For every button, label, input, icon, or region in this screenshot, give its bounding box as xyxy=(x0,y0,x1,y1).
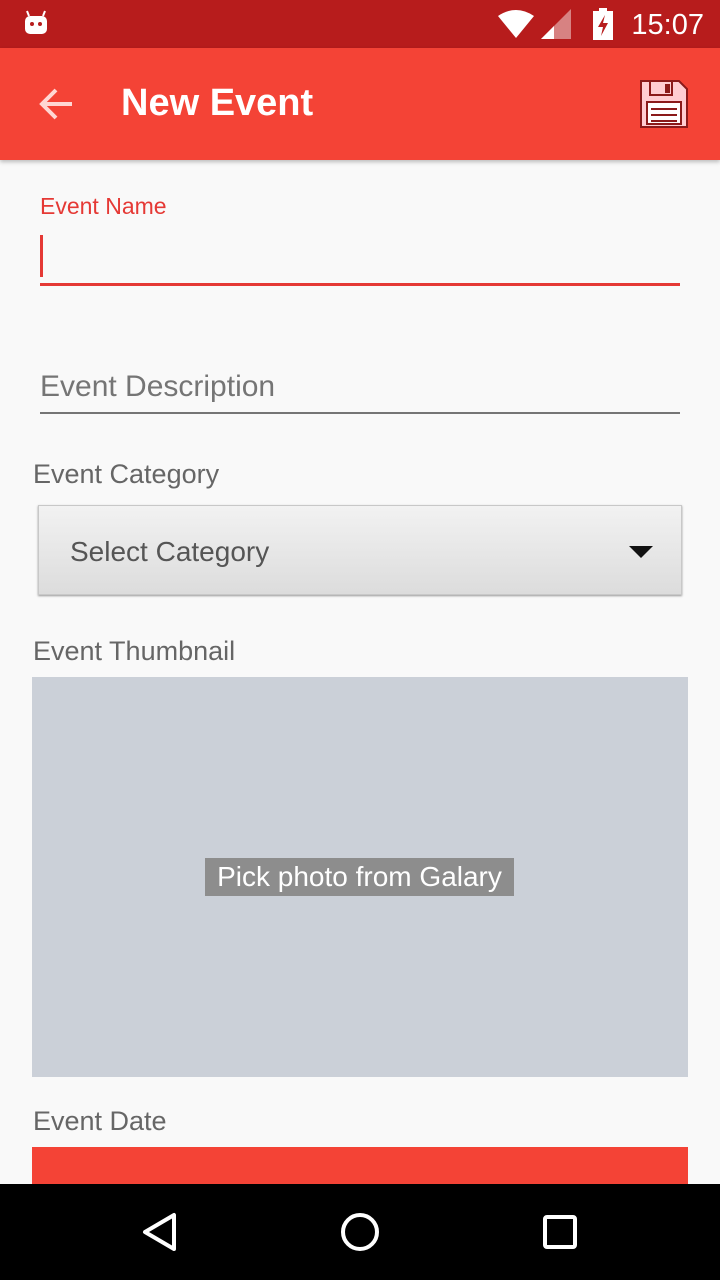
event-name-label: Event Name xyxy=(40,193,167,219)
event-thumbnail-label: Event Thumbnail xyxy=(33,636,236,666)
event-date-label: Event Date xyxy=(33,1106,167,1136)
wifi-icon xyxy=(498,10,534,38)
save-button[interactable] xyxy=(638,78,690,130)
event-category-label: Event Category xyxy=(33,459,220,489)
event-description-input[interactable]: Event Description xyxy=(40,362,680,414)
home-circle-icon[interactable] xyxy=(338,1210,382,1254)
recents-square-icon[interactable] xyxy=(538,1210,582,1254)
status-time: 15:07 xyxy=(631,9,704,41)
status-bar: 15:07 xyxy=(0,0,720,48)
dropdown-arrow-icon xyxy=(629,546,653,558)
navigation-bar xyxy=(0,1184,720,1280)
category-selected-value: Select Category xyxy=(70,536,270,567)
event-name-input[interactable] xyxy=(40,233,680,286)
app-bar: New Event xyxy=(0,48,720,160)
signal-icon xyxy=(541,9,571,39)
category-dropdown[interactable]: Select Category xyxy=(38,505,682,595)
page-title: New Event xyxy=(121,82,314,124)
event-date-button[interactable] xyxy=(32,1147,688,1184)
text-cursor xyxy=(40,235,43,277)
android-icon xyxy=(25,10,47,34)
back-arrow-icon[interactable] xyxy=(30,82,82,126)
event-description-placeholder: Event Description xyxy=(40,370,276,403)
pick-photo-button[interactable]: Pick photo from Galary xyxy=(205,858,514,896)
thumbnail-area[interactable]: Pick photo from Galary xyxy=(32,677,688,1077)
back-triangle-icon[interactable] xyxy=(138,1210,182,1254)
battery-charging-icon xyxy=(593,8,613,40)
